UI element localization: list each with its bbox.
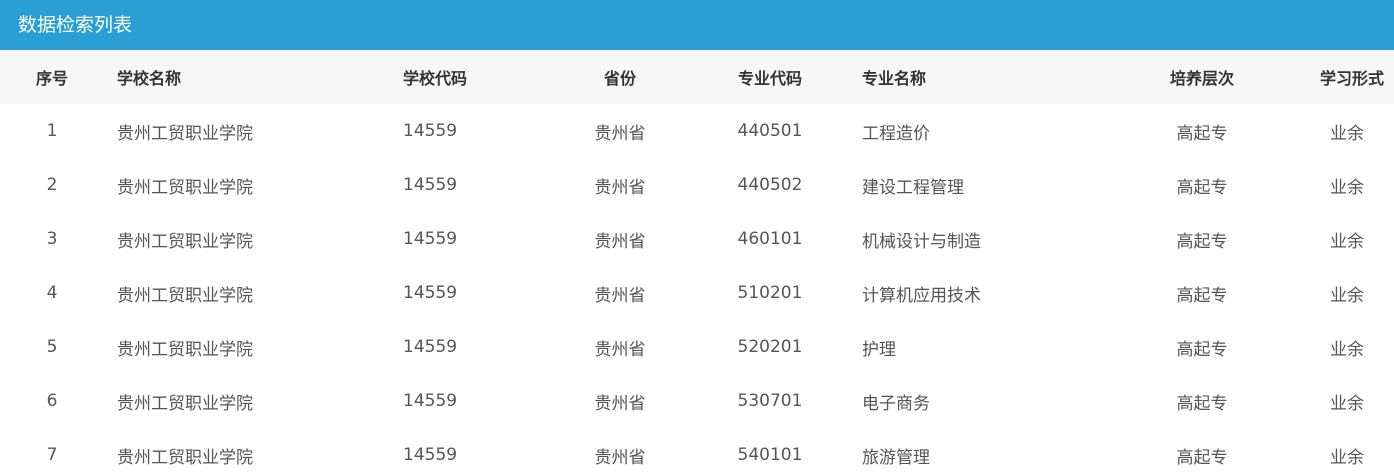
cell-school-name: 贵州工贸职业学院 [117, 123, 253, 144]
cell-major-name: 机械设计与制造 [862, 231, 981, 252]
table-row: 2 贵州工贸职业学院 14559 贵州省 440502 建设工程管理 高起专 业余 [0, 158, 1394, 212]
cell-school-code: 14559 [403, 283, 458, 303]
cell-school-code: 14559 [403, 175, 458, 195]
header-province: 省份 [603, 69, 636, 88]
cell-index: 7 [46, 445, 58, 465]
header-study-form: 学习形式 [1320, 69, 1385, 88]
cell-major-code: 510201 [737, 283, 803, 303]
cell-province: 贵州省 [594, 285, 646, 306]
cell-major-code: 460101 [737, 229, 803, 249]
cell-school-name: 贵州工贸职业学院 [117, 339, 253, 360]
cell-level: 高起专 [1176, 123, 1228, 144]
cell-major-name: 护理 [862, 339, 896, 360]
cell-province: 贵州省 [594, 339, 646, 360]
cell-major-code: 440502 [737, 175, 803, 195]
cell-index: 4 [46, 283, 58, 303]
results-table: 序号 学校名称 学校代码 省份 专业代码 专业名称 培养层次 学习形式 1 贵州工… [0, 50, 1394, 474]
cell-major-name: 电子商务 [862, 393, 930, 414]
table-row: 4 贵州工贸职业学院 14559 贵州省 510201 计算机应用技术 高起专 业余 [0, 266, 1394, 320]
table-row: 1 贵州工贸职业学院 14559 贵州省 440501 工程造价 高起专 业余 [0, 104, 1394, 158]
cell-index: 2 [46, 175, 58, 195]
cell-major-name: 计算机应用技术 [862, 285, 981, 306]
cell-level: 高起专 [1176, 339, 1228, 360]
cell-major-code: 440501 [737, 121, 803, 141]
cell-study-form: 业余 [1330, 447, 1364, 468]
header-index: 序号 [35, 69, 68, 88]
cell-study-form: 业余 [1330, 285, 1364, 306]
cell-school-code: 14559 [403, 229, 458, 249]
cell-province: 贵州省 [594, 393, 646, 414]
cell-level: 高起专 [1176, 231, 1228, 252]
cell-study-form: 业余 [1330, 177, 1364, 198]
cell-school-name: 贵州工贸职业学院 [117, 177, 253, 198]
data-search-panel: 数据检索列表 序号 学校名称 学校代码 省份 专业代码 专业名称 培养层次 学习… [0, 0, 1394, 474]
header-level: 培养层次 [1169, 69, 1234, 88]
cell-major-code: 540101 [737, 445, 803, 465]
table-body: 1 贵州工贸职业学院 14559 贵州省 440501 工程造价 高起专 业余 2 贵州工贸职业学… [0, 104, 1394, 474]
table-row: 5 贵州工贸职业学院 14559 贵州省 520201 护理 高起专 业余 [0, 320, 1394, 374]
cell-level: 高起专 [1176, 447, 1228, 468]
cell-study-form: 业余 [1330, 393, 1364, 414]
cell-school-name: 贵州工贸职业学院 [117, 231, 253, 252]
cell-school-code: 14559 [403, 445, 458, 465]
cell-major-code: 530701 [737, 391, 803, 411]
cell-school-code: 14559 [403, 391, 458, 411]
cell-province: 贵州省 [594, 447, 646, 468]
table-header: 序号 学校名称 学校代码 省份 专业代码 专业名称 培养层次 学习形式 [0, 50, 1394, 104]
cell-study-form: 业余 [1330, 339, 1364, 360]
cell-index: 1 [46, 121, 58, 141]
cell-index: 6 [46, 391, 58, 411]
header-major-code: 专业代码 [737, 69, 802, 88]
header-school-name: 学校名称 [117, 69, 182, 88]
cell-school-code: 14559 [403, 121, 458, 141]
panel-title: 数据检索列表 [0, 0, 1394, 50]
table-row: 3 贵州工贸职业学院 14559 贵州省 460101 机械设计与制造 高起专 业余 [0, 212, 1394, 266]
cell-province: 贵州省 [594, 231, 646, 252]
cell-school-code: 14559 [403, 337, 458, 357]
cell-major-name: 工程造价 [862, 123, 930, 144]
header-row: 序号 学校名称 学校代码 省份 专业代码 专业名称 培养层次 学习形式 [0, 50, 1394, 104]
table-row: 6 贵州工贸职业学院 14559 贵州省 530701 电子商务 高起专 业余 [0, 374, 1394, 428]
cell-school-name: 贵州工贸职业学院 [117, 447, 253, 468]
table-row: 7 贵州工贸职业学院 14559 贵州省 540101 旅游管理 高起专 业余 [0, 428, 1394, 474]
header-major-name: 专业名称 [862, 69, 927, 88]
cell-major-name: 建设工程管理 [862, 177, 964, 198]
cell-province: 贵州省 [594, 177, 646, 198]
cell-study-form: 业余 [1330, 231, 1364, 252]
cell-major-code: 520201 [737, 337, 803, 357]
cell-level: 高起专 [1176, 393, 1228, 414]
cell-school-name: 贵州工贸职业学院 [117, 393, 253, 414]
cell-province: 贵州省 [594, 123, 646, 144]
cell-level: 高起专 [1176, 177, 1228, 198]
cell-major-name: 旅游管理 [862, 447, 930, 468]
cell-level: 高起专 [1176, 285, 1228, 306]
cell-school-name: 贵州工贸职业学院 [117, 285, 253, 306]
cell-study-form: 业余 [1330, 123, 1364, 144]
cell-index: 5 [46, 337, 58, 357]
cell-index: 3 [46, 229, 58, 249]
header-school-code: 学校代码 [403, 69, 468, 88]
